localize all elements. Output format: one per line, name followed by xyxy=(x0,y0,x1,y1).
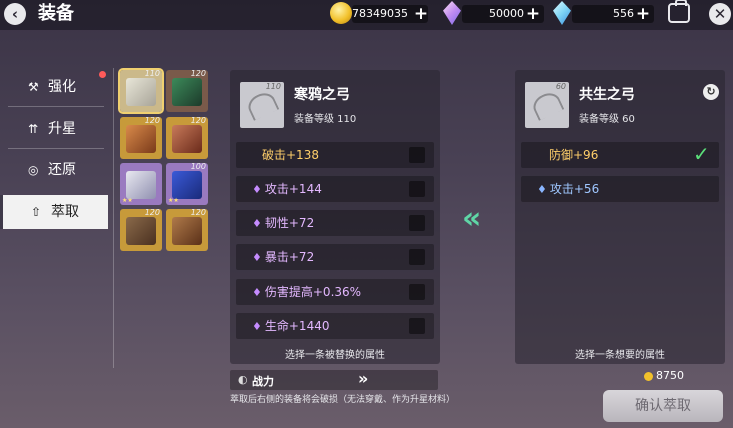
left-attribute-row[interactable]: 破击+138 xyxy=(236,142,434,168)
right-item-level: 装备等级 60 xyxy=(579,114,635,125)
diamond-icon: ♦ xyxy=(252,183,262,196)
select-checkbox[interactable] xyxy=(409,147,425,163)
divider xyxy=(8,148,104,149)
inventory-slot-belt[interactable]: 120 xyxy=(120,209,162,251)
diamond-icon: ♦ xyxy=(252,251,262,264)
back-button[interactable]: ‹ xyxy=(4,3,26,25)
diamond-icon: ♦ xyxy=(537,183,547,196)
refresh-icon[interactable]: ↻ xyxy=(703,84,719,100)
inventory-slot-boots[interactable]: 120 xyxy=(166,209,208,251)
inventory-slot-gauntlet[interactable]: ★★ xyxy=(120,163,162,205)
restore-icon: ◎ xyxy=(28,163,39,177)
left-attribute-row[interactable]: ♦ 暴击+72 xyxy=(236,244,434,270)
divider xyxy=(8,106,104,107)
star-up-icon: ⇈ xyxy=(28,122,39,136)
divider xyxy=(113,68,114,368)
add-gold-button[interactable]: + xyxy=(413,4,429,24)
power-bar: ◐ 战力 » xyxy=(230,369,438,390)
left-item-thumbnail: 110 xyxy=(240,82,284,128)
gold-coin-icon xyxy=(644,372,653,381)
close-button[interactable]: ✕ xyxy=(709,3,731,25)
left-hint: 选择一条被替换的属性 xyxy=(285,350,385,361)
hammer-icon: ⚒ xyxy=(28,80,39,94)
right-item-name: 共生之弓 xyxy=(579,87,635,103)
nav-item-star-up[interactable]: ⇈ 升星 xyxy=(0,112,108,146)
select-checkbox[interactable] xyxy=(409,249,425,265)
extract-cost: 8750 xyxy=(656,369,684,382)
inventory-slot-bow[interactable]: 110 xyxy=(118,68,164,114)
left-attribute-row[interactable]: ♦ 韧性+72 xyxy=(236,210,434,236)
notice-dot xyxy=(99,71,106,78)
boots-icon xyxy=(172,217,202,245)
hat-icon xyxy=(126,125,156,153)
select-checkbox[interactable] xyxy=(409,318,425,334)
left-attribute-row[interactable]: ♦ 攻击+144 xyxy=(236,176,434,202)
left-attribute-row[interactable]: ♦ 生命+1440 xyxy=(236,313,434,339)
nav-item-restore[interactable]: ◎ 还原 xyxy=(0,153,108,187)
bow-icon xyxy=(126,78,156,106)
inventory-slot-robe[interactable]: 120 xyxy=(166,117,208,159)
right-attribute-row[interactable]: ♦ 攻击+56 xyxy=(521,176,719,202)
extract-icon: ⇧ xyxy=(31,205,42,219)
left-attribute-row[interactable]: ♦ 伤害提高+0.36% xyxy=(236,279,434,305)
right-attribute-row[interactable]: 防御+96 ✓ xyxy=(521,142,719,168)
transfer-arrow-icon: « xyxy=(462,201,481,236)
right-hint: 选择一条想要的属性 xyxy=(575,350,665,361)
diamond-icon: ♦ xyxy=(252,320,262,333)
power-icon: ◐ xyxy=(238,373,248,386)
gloves-icon xyxy=(172,171,202,199)
inventory-slot-gloves[interactable]: 100 ★★ xyxy=(166,163,208,205)
select-checkbox[interactable] xyxy=(409,181,425,197)
right-item-thumbnail: 60 xyxy=(525,82,569,128)
extract-warning: 萃取后右侧的装备将会破损（无法穿戴、作为升星材料） xyxy=(230,395,456,405)
bow-icon xyxy=(244,89,280,121)
confirm-extract-button[interactable]: 确认萃取 xyxy=(603,390,723,422)
power-label: 战力 xyxy=(252,375,274,388)
check-icon: ✓ xyxy=(693,142,710,166)
gauntlet-icon xyxy=(126,171,156,199)
add-blue-crystal-button[interactable]: + xyxy=(635,4,651,24)
nav-item-extract[interactable]: ⇧ 萃取 xyxy=(0,195,108,229)
left-item-level: 装备等级 110 xyxy=(294,114,357,125)
diamond-icon: ♦ xyxy=(252,217,262,230)
diamond-icon: ♦ xyxy=(252,286,262,299)
power-change-icon: » xyxy=(358,369,369,388)
inventory-slot-hat[interactable]: 120 xyxy=(120,117,162,159)
robe-icon xyxy=(172,125,202,153)
bow-icon xyxy=(529,89,565,121)
select-checkbox[interactable] xyxy=(409,284,425,300)
add-pink-crystal-button[interactable]: + xyxy=(525,4,541,24)
bag-icon[interactable] xyxy=(668,0,690,23)
page-title: 装备 xyxy=(38,3,74,24)
left-item-name: 寒鸦之弓 xyxy=(294,87,350,103)
gold-coin-icon xyxy=(330,2,352,24)
nav-item-enhance[interactable]: ⚒ 强化 xyxy=(0,70,108,104)
book-icon xyxy=(172,78,202,106)
select-checkbox[interactable] xyxy=(409,215,425,231)
inventory-slot-book[interactable]: 120 xyxy=(166,70,208,112)
belt-icon xyxy=(126,217,156,245)
